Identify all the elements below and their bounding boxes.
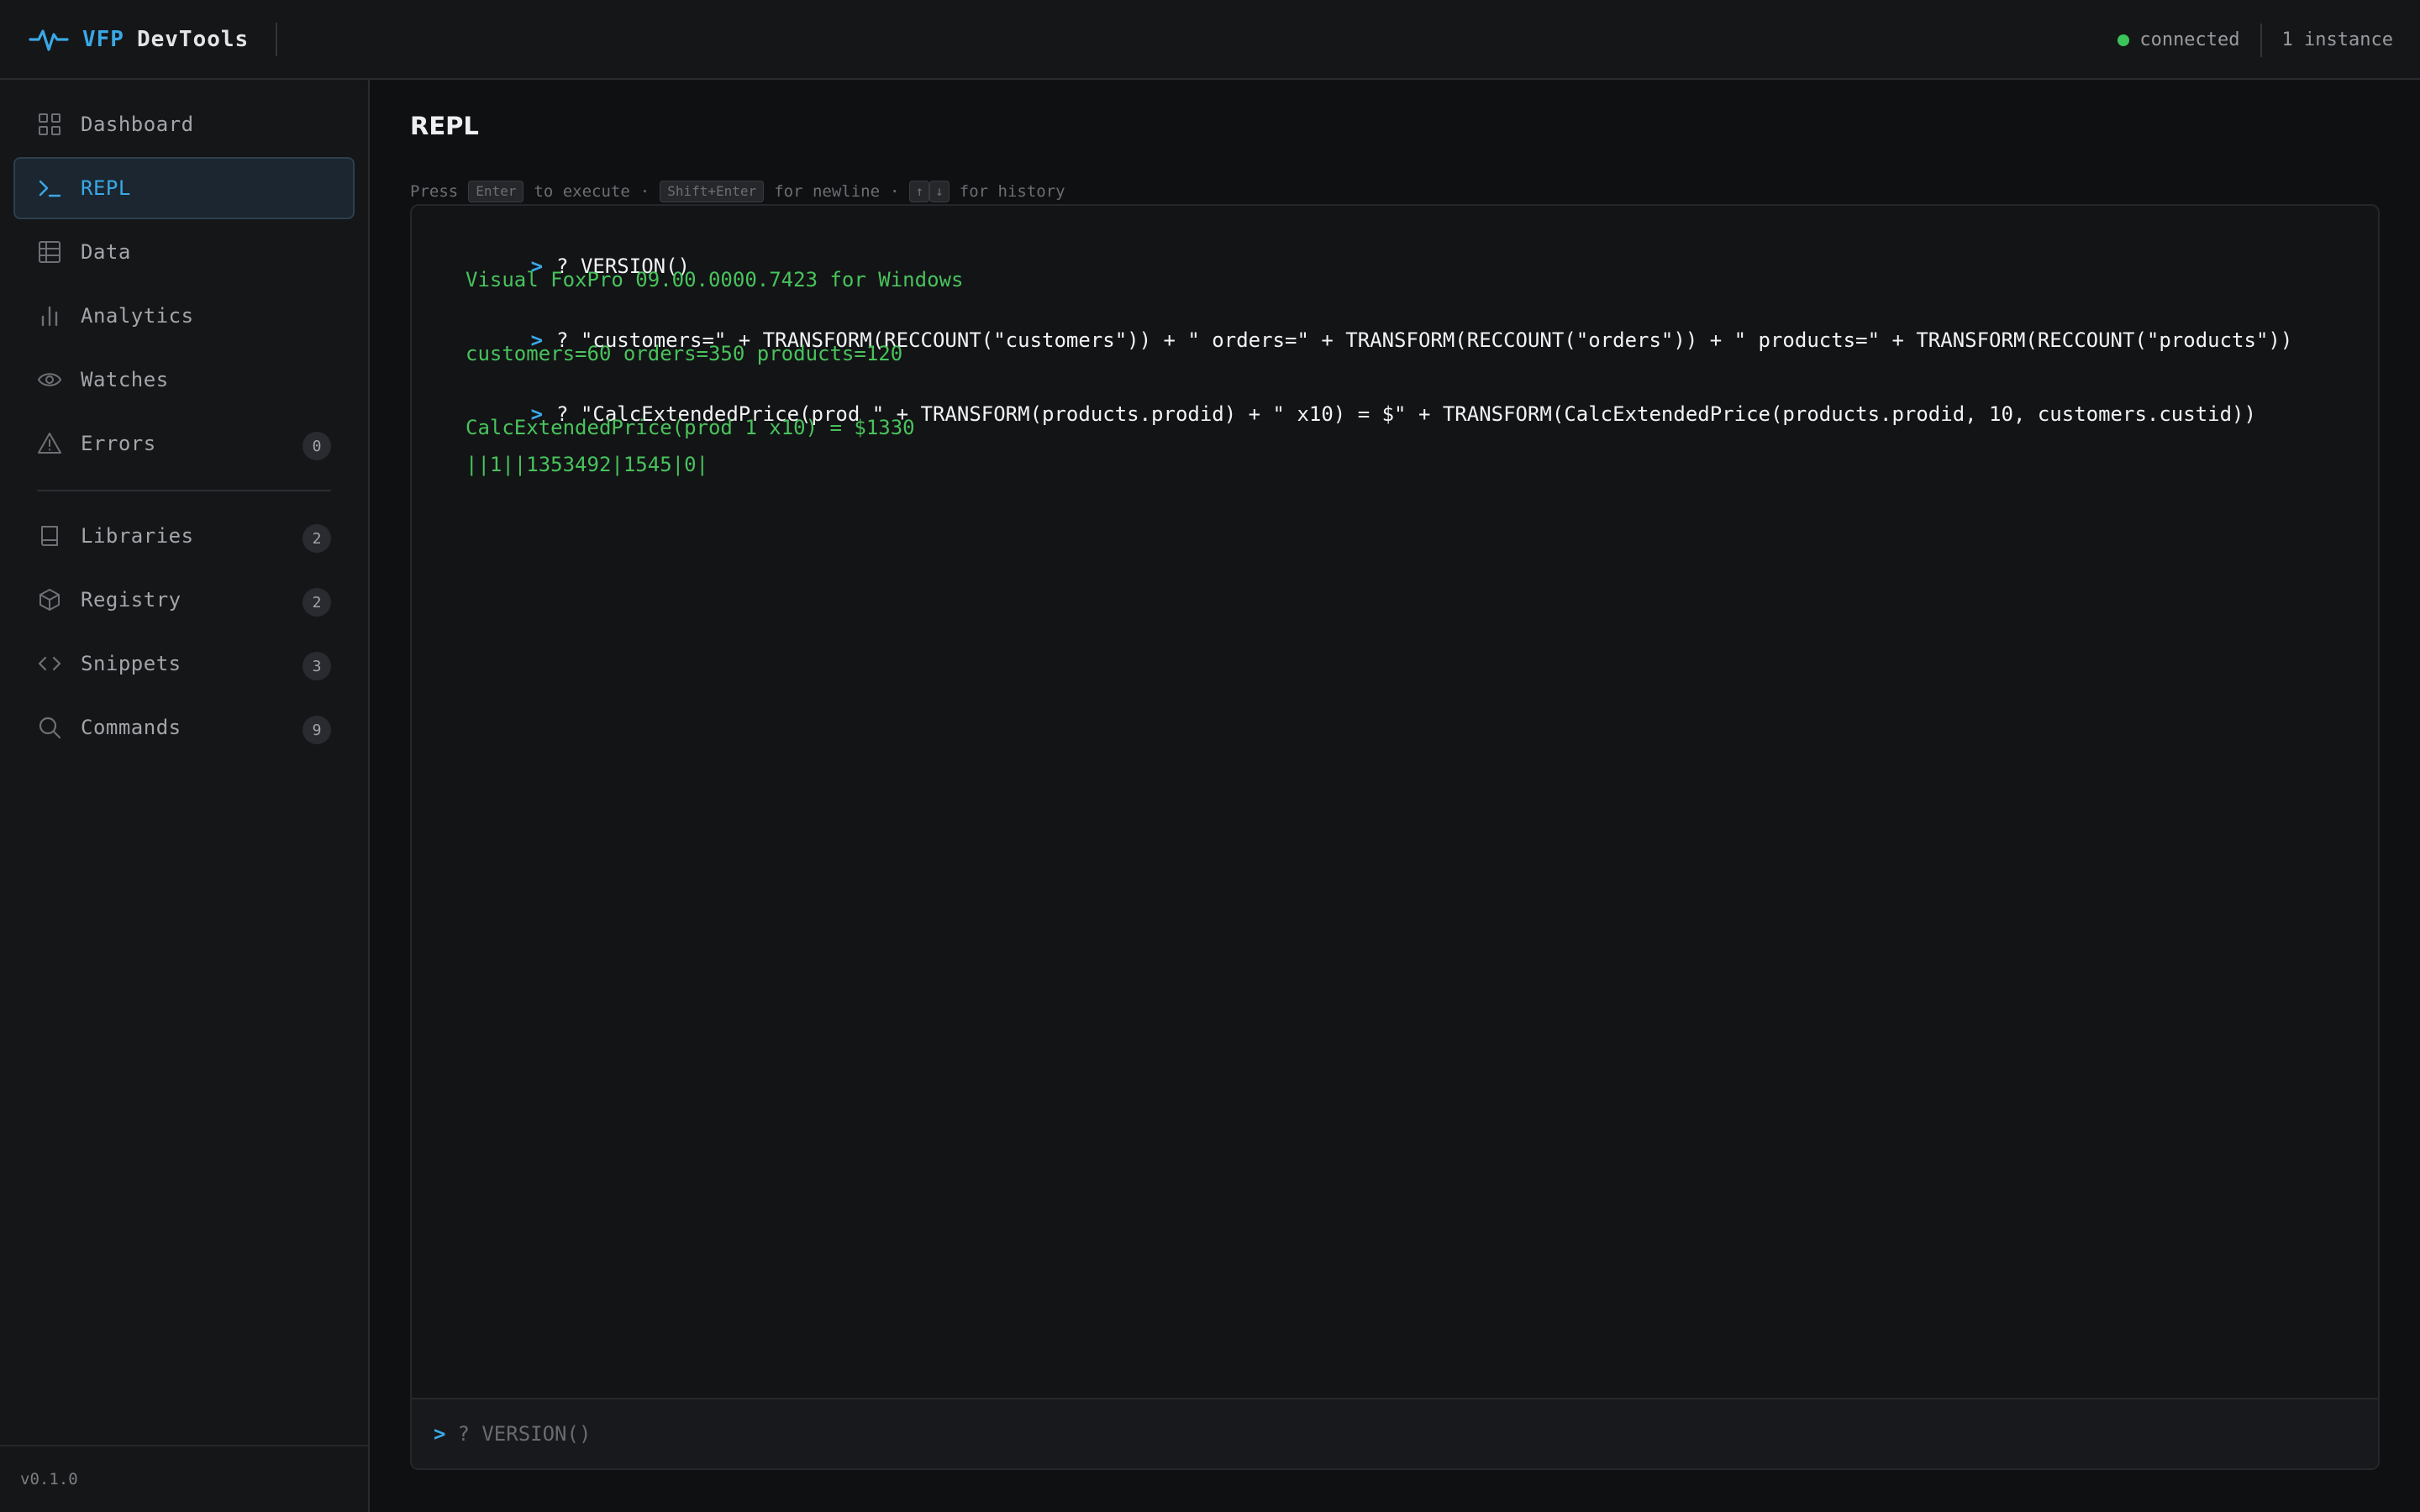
sidebar-item-data[interactable]: Data <box>13 221 355 283</box>
cube-icon <box>37 587 62 612</box>
shift-enter-key-hint: Shift+Enter <box>660 181 765 202</box>
sidebar-item-analytics[interactable]: Analytics <box>13 285 355 347</box>
sidebar-item-label: Libraries <box>81 524 194 548</box>
code-icon <box>37 651 62 676</box>
app-version: v0.1.0 <box>20 1470 78 1488</box>
instance-count[interactable]: 1 instance <box>2282 29 2393 50</box>
status-dot-icon <box>2118 34 2130 46</box>
warning-icon <box>37 431 62 456</box>
sidebar-divider <box>37 490 331 491</box>
sidebar-item-watches[interactable]: Watches <box>13 349 355 411</box>
libraries-count-badge: 2 <box>302 524 331 553</box>
snippets-count-badge: 3 <box>302 652 331 680</box>
top-header: VFP DevTools connected 1 instance <box>0 0 2420 80</box>
hint-history: for history <box>959 182 1065 201</box>
sidebar-item-dashboard[interactable]: Dashboard <box>13 93 355 155</box>
errors-count-badge: 0 <box>302 432 331 460</box>
bar-chart-icon <box>37 303 62 328</box>
hint-separator: · <box>639 182 650 201</box>
hint-press: Press <box>410 182 459 201</box>
repl-input-bar: > <box>412 1398 2378 1468</box>
status-text: connected <box>2139 29 2240 50</box>
registry-count-badge: 2 <box>302 588 331 617</box>
logo-accent-text: VFP <box>82 26 124 52</box>
result-line: ||1||1353492|1545|0| <box>466 453 708 476</box>
hint-separator: · <box>890 182 900 201</box>
sidebar-item-label: Dashboard <box>81 113 194 136</box>
pulse-icon <box>29 19 69 60</box>
sidebar: Dashboard REPL Data Analytics Watches Er… <box>0 80 370 1512</box>
sidebar-item-libraries[interactable]: Libraries 2 <box>13 505 355 567</box>
terminal-icon <box>37 176 62 201</box>
app-window: VFP DevTools connected 1 instance Dashbo… <box>0 0 2420 1512</box>
app-logo[interactable]: VFP DevTools <box>29 0 249 79</box>
sidebar-item-label: Snippets <box>81 652 182 675</box>
down-key-hint: ↓ <box>929 181 950 202</box>
enter-key-hint: Enter <box>468 181 524 202</box>
result-line: CalcExtendedPrice(prod 1 x10) = $1330 <box>466 416 915 439</box>
hint-execute: to execute <box>534 182 630 201</box>
header-divider <box>276 22 278 56</box>
keyboard-hint: Press Enter to execute · Shift+Enter for… <box>410 181 1065 202</box>
sidebar-item-registry[interactable]: Registry 2 <box>13 569 355 631</box>
eye-icon <box>37 367 62 392</box>
up-key-hint: ↑ <box>909 181 930 202</box>
sidebar-item-label: REPL <box>81 176 131 200</box>
main-content: REPL Press Enter to execute · Shift+Ente… <box>370 80 2420 1512</box>
search-icon <box>37 715 62 740</box>
sidebar-item-errors[interactable]: Errors 0 <box>13 412 355 475</box>
input-prompt-symbol: > <box>434 1422 446 1446</box>
commands-count-badge: 9 <box>302 716 331 744</box>
result-line: customers=60 orders=350 products=120 <box>466 342 903 365</box>
status-divider <box>2260 23 2262 57</box>
repl-console[interactable]: >? VERSION() Visual FoxPro 09.00.0000.74… <box>410 204 2380 1470</box>
grid-icon <box>37 112 62 137</box>
sidebar-item-commands[interactable]: Commands 9 <box>13 696 355 759</box>
repl-input[interactable] <box>457 1422 2378 1446</box>
sidebar-item-label: Data <box>81 240 131 264</box>
result-line: Visual FoxPro 09.00.0000.7423 for Window… <box>466 268 964 291</box>
table-icon <box>37 239 62 265</box>
version-footer: v0.1.0 <box>0 1445 368 1512</box>
sidebar-item-label: Registry <box>81 588 182 612</box>
sidebar-item-label: Commands <box>81 716 182 739</box>
book-icon <box>37 523 62 549</box>
sidebar-item-snippets[interactable]: Snippets 3 <box>13 633 355 695</box>
sidebar-item-label: Analytics <box>81 304 194 328</box>
sidebar-item-label: Watches <box>81 368 169 391</box>
sidebar-item-label: Errors <box>81 432 156 455</box>
page-title: REPL <box>410 112 479 140</box>
hint-newline: for newline <box>774 182 881 201</box>
logo-title-text: DevTools <box>136 26 250 52</box>
connection-status: connected 1 instance <box>2118 0 2393 80</box>
sidebar-item-repl[interactable]: REPL <box>13 157 355 219</box>
